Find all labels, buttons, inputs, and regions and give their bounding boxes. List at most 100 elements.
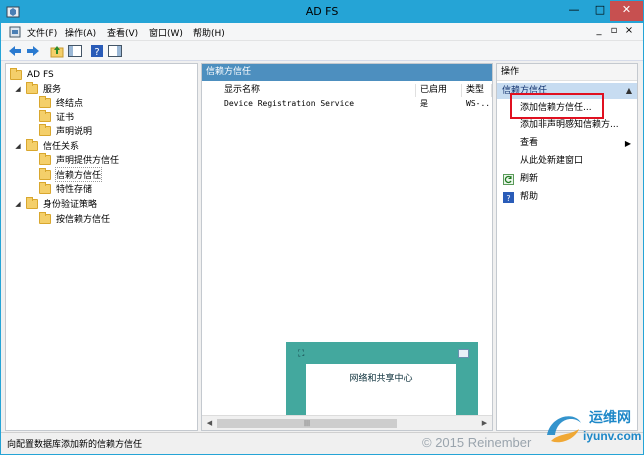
title-bar[interactable]: AD FS — □ ✕ xyxy=(1,1,643,23)
folder-icon xyxy=(39,167,51,180)
tree-root-adfs[interactable]: AD FS xyxy=(10,67,54,82)
back-arrow-icon[interactable] xyxy=(7,43,23,59)
help-icon: ? xyxy=(503,192,514,203)
action-new-window-from-here[interactable]: 从此处新建窗口 xyxy=(497,153,637,170)
tree-item-trust-relationships[interactable]: ◢ 信任关系 xyxy=(14,138,79,153)
window-title: AD FS xyxy=(305,5,339,18)
collapse-triangle-icon[interactable]: ◢ xyxy=(14,85,22,93)
submenu-arrow-icon: ▶ xyxy=(624,139,631,148)
action-add-non-claims-aware-trust[interactable]: 添加非声明感知信赖方... xyxy=(497,117,637,134)
tree-item-attribute-stores[interactable]: 特性存储 xyxy=(39,181,92,196)
tree-item-certificates[interactable]: 证书 xyxy=(39,109,74,124)
folder-icon xyxy=(10,67,22,80)
collapse-section-icon[interactable]: ▲ xyxy=(626,83,632,99)
status-bar: 向配置数据库添加新的信赖方信任 © 2015 Reinember 运维网 iyu… xyxy=(1,410,643,454)
menu-action[interactable]: 操作(A) xyxy=(65,26,96,39)
horizontal-scrollbar[interactable]: ◀ ||| ▶ xyxy=(202,415,492,430)
toolbar: ? xyxy=(1,41,643,61)
folder-icon xyxy=(39,95,51,108)
folder-icon xyxy=(39,152,51,165)
annotation-highlight-box xyxy=(510,93,604,119)
tree-item-label: 证书 xyxy=(56,113,75,123)
folder-icon xyxy=(39,123,51,136)
action-label: 查看 xyxy=(520,138,539,148)
network-window-icon xyxy=(458,349,469,358)
menu-window[interactable]: 窗口(W) xyxy=(149,26,183,39)
folder-icon xyxy=(26,196,38,209)
console-menu-icon[interactable] xyxy=(9,26,21,38)
tree-item-label: 按信赖方信任 xyxy=(56,215,111,225)
tree-item-per-relying-party-trust[interactable]: 按信赖方信任 xyxy=(39,211,110,226)
mdi-minimize-button[interactable]: _ xyxy=(593,25,605,38)
scroll-thumb[interactable]: ||| xyxy=(217,419,397,428)
mdi-close-button[interactable]: × xyxy=(623,25,635,38)
watermark-brand: 运维网 xyxy=(589,410,631,426)
folder-icon xyxy=(26,138,38,151)
menu-view[interactable]: 查看(V) xyxy=(107,26,138,39)
menu-bar: 文件(F) 操作(A) 查看(V) 窗口(W) 帮助(H) _ ▫ × xyxy=(1,23,643,41)
tree-item-label: 信任关系 xyxy=(43,142,80,152)
tree-item-authentication-policies[interactable]: ◢ 身份验证策略 xyxy=(14,196,97,211)
cell-display-name: Device Registration Service xyxy=(224,99,355,108)
refresh-icon xyxy=(503,174,514,185)
actions-pane: 操作 信赖方信任 ▲ 添加信赖方信任... 添加非声明感知信赖方... 查看 ▶… xyxy=(496,63,638,431)
svg-text:?: ? xyxy=(94,47,99,58)
status-text: 向配置数据库添加新的信赖方信任 xyxy=(7,440,143,450)
forward-arrow-icon[interactable] xyxy=(25,43,41,59)
action-label: 添加非声明感知信赖方... xyxy=(520,120,619,130)
results-pane: 信赖方信任 显示名称 已启用 类型 Device Registration Se… xyxy=(201,63,493,431)
mdi-restore-button[interactable]: ▫ xyxy=(608,25,620,38)
watermark-url: iyunv.com xyxy=(583,429,642,443)
console-tree: AD FS ◢ 服务 终结点 证书 声明说明 ◢ 信任关系 声明提供方信任 信赖… xyxy=(5,63,198,431)
cell-type: WS-... xyxy=(466,99,492,108)
help-book-icon[interactable]: ? xyxy=(89,43,105,59)
scroll-left-arrow-icon[interactable]: ◀ xyxy=(204,418,215,429)
show-hide-tree-icon[interactable] xyxy=(67,43,83,59)
action-label: 从此处新建窗口 xyxy=(520,156,584,166)
column-header-type[interactable]: 类型 xyxy=(462,84,492,97)
cell-enabled: 是 xyxy=(420,99,428,108)
tree-item-claims-provider-trusts[interactable]: 声明提供方信任 xyxy=(39,152,119,167)
tree-item-label: 终结点 xyxy=(56,99,84,109)
close-button[interactable]: ✕ xyxy=(610,1,643,21)
action-help[interactable]: ? 帮助 xyxy=(497,189,637,206)
action-view[interactable]: 查看 ▶ xyxy=(497,135,637,152)
up-folder-icon[interactable] xyxy=(49,43,65,59)
swirl-logo-icon xyxy=(547,416,581,443)
show-hide-action-pane-icon[interactable] xyxy=(107,43,123,59)
actions-pane-title: 操作 xyxy=(497,64,637,81)
column-header-display-name[interactable]: 显示名称 xyxy=(220,84,416,97)
menu-help[interactable]: 帮助(H) xyxy=(193,26,225,39)
tree-item-label: 身份验证策略 xyxy=(43,200,98,210)
menu-file[interactable]: 文件(F) xyxy=(27,26,57,39)
tree-item-label: 声明说明 xyxy=(56,127,93,137)
collapse-triangle-icon[interactable]: ◢ xyxy=(14,200,22,208)
site-watermark-logo: 运维网 iyunv.com xyxy=(541,405,641,451)
folder-icon xyxy=(39,109,51,122)
copyright-watermark: © 2015 Reinember xyxy=(422,435,532,450)
results-pane-title: 信赖方信任 xyxy=(202,64,492,81)
tree-item-label: 服务 xyxy=(43,85,62,95)
tree-item-label: 特性存储 xyxy=(56,185,93,195)
column-header-enabled[interactable]: 已启用 xyxy=(416,84,462,97)
tree-item-claim-descriptions[interactable]: 声明说明 xyxy=(39,123,92,138)
adfs-window: AD FS — □ ✕ 文件(F) 操作(A) 查看(V) 窗口(W) 帮助(H… xyxy=(0,0,644,455)
action-label: 刷新 xyxy=(520,174,539,184)
svg-text:?: ? xyxy=(506,194,510,203)
scroll-right-arrow-icon[interactable]: ▶ xyxy=(479,418,490,429)
tree-item-label: AD FS xyxy=(27,69,54,80)
folder-icon xyxy=(39,181,51,194)
action-label: 帮助 xyxy=(520,192,539,202)
action-refresh[interactable]: 刷新 xyxy=(497,171,637,188)
tree-item-relying-party-trusts[interactable]: 信赖方信任 xyxy=(39,167,103,182)
minimize-button[interactable]: — xyxy=(561,1,587,21)
tree-item-endpoints[interactable]: 终结点 xyxy=(39,95,83,110)
popup-title: 网络和共享中心 xyxy=(349,374,413,384)
tree-item-services[interactable]: ◢ 服务 xyxy=(14,81,61,96)
tree-item-label: 信赖方信任 xyxy=(54,167,103,182)
tree-item-label: 声明提供方信任 xyxy=(56,156,120,166)
resize-icon: ⛶ xyxy=(298,349,305,359)
folder-icon xyxy=(26,81,38,94)
folder-icon xyxy=(39,211,51,224)
collapse-triangle-icon[interactable]: ◢ xyxy=(14,142,22,150)
